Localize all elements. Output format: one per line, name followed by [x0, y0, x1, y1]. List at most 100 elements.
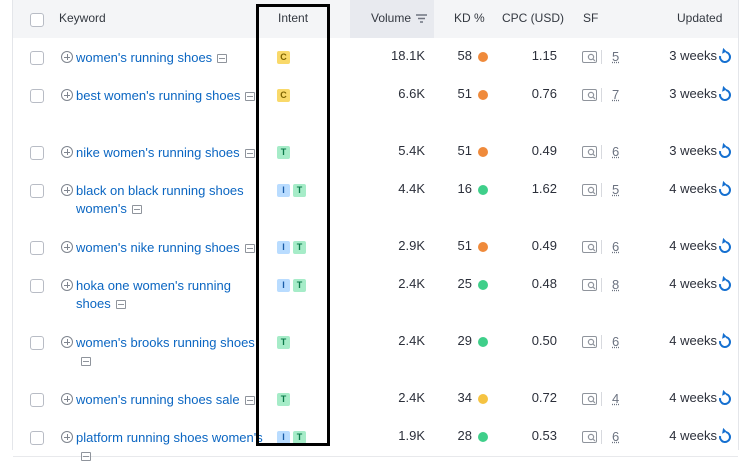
kd-difficulty-dot	[478, 147, 488, 157]
add-keyword-icon[interactable]	[61, 89, 73, 101]
kd-value: 58	[444, 48, 472, 63]
serp-features-count[interactable]: 6	[601, 145, 630, 159]
keyword-header[interactable]: Keyword	[59, 0, 106, 38]
kd-header[interactable]: KD %	[454, 0, 485, 38]
refresh-icon[interactable]	[717, 277, 734, 294]
row-checkbox[interactable]	[30, 51, 44, 65]
serp-features-icon[interactable]	[582, 146, 597, 158]
add-keyword-icon[interactable]	[61, 146, 73, 158]
volume-value: 2.4K	[361, 276, 425, 291]
row-checkbox[interactable]	[30, 431, 44, 445]
keyword-link[interactable]: platform running shoes women's	[76, 430, 263, 445]
serp-snapshot-icon[interactable]	[217, 54, 227, 63]
serp-features-icon[interactable]	[582, 241, 597, 253]
serp-features-icon[interactable]	[582, 89, 597, 101]
serp-snapshot-icon[interactable]	[245, 149, 255, 158]
refresh-icon[interactable]	[717, 87, 734, 104]
intent-badge[interactable]: I	[277, 241, 290, 254]
serp-features-count[interactable]: 6	[601, 430, 630, 444]
keyword-link[interactable]: hoka one women's running shoes	[76, 278, 231, 311]
serp-features-icon[interactable]	[582, 431, 597, 443]
refresh-icon[interactable]	[717, 391, 734, 408]
refresh-icon[interactable]	[717, 182, 734, 199]
updated-value: 3 weeks	[643, 143, 717, 158]
add-keyword-icon[interactable]	[61, 393, 73, 405]
row-checkbox[interactable]	[30, 89, 44, 103]
keyword-link[interactable]: nike women's running shoes	[76, 145, 240, 160]
intent-badge[interactable]: C	[277, 89, 290, 102]
keyword-link[interactable]: women's running shoes sale	[76, 392, 240, 407]
serp-features-count[interactable]: 7	[601, 88, 630, 102]
table-row: women's running shoes sale T 2.4K 34 0.7…	[13, 380, 738, 419]
serp-snapshot-icon[interactable]	[245, 396, 255, 405]
table-row: black on black running shoes women's IT …	[13, 171, 738, 229]
intent-badge[interactable]: I	[277, 184, 290, 197]
add-keyword-icon[interactable]	[61, 241, 73, 253]
volume-value: 2.9K	[361, 238, 425, 253]
serp-features-count[interactable]: 5	[601, 183, 630, 197]
row-checkbox[interactable]	[30, 279, 44, 293]
row-checkbox[interactable]	[30, 184, 44, 198]
volume-sort-highlight[interactable]: Volume	[350, 0, 434, 38]
serp-snapshot-icon[interactable]	[245, 92, 255, 101]
serp-snapshot-icon[interactable]	[132, 205, 142, 214]
serp-features-icon[interactable]	[582, 393, 597, 405]
serp-snapshot-icon[interactable]	[81, 357, 91, 366]
intent-badge[interactable]: T	[277, 146, 290, 159]
intent-badge[interactable]: T	[293, 241, 306, 254]
keyword-link[interactable]: women's brooks running shoes	[76, 335, 255, 350]
serp-features-icon[interactable]	[582, 279, 597, 291]
row-checkbox[interactable]	[30, 336, 44, 350]
serp-features-count[interactable]: 6	[601, 240, 630, 254]
add-keyword-icon[interactable]	[61, 431, 73, 443]
serp-features-icon[interactable]	[582, 51, 597, 63]
keyword-link[interactable]: black on black running shoes women's	[76, 183, 244, 216]
select-all-checkbox[interactable]	[30, 13, 44, 27]
intent-badge[interactable]: C	[277, 51, 290, 64]
intent-badge[interactable]: I	[277, 279, 290, 292]
serp-features-count[interactable]: 8	[601, 278, 630, 292]
intent-header[interactable]: Intent	[278, 0, 308, 38]
intent-badge[interactable]: T	[277, 336, 290, 349]
sf-header[interactable]: SF	[583, 0, 598, 38]
refresh-icon[interactable]	[717, 144, 734, 161]
sort-icon[interactable]	[416, 14, 427, 23]
table-row: nike women's running shoes T 5.4K 51 0.4…	[13, 133, 738, 172]
refresh-icon[interactable]	[717, 334, 734, 351]
volume-header[interactable]: Volume	[371, 11, 411, 25]
intent-badge[interactable]: T	[293, 279, 306, 292]
volume-value: 1.9K	[361, 428, 425, 443]
intent-badge[interactable]: T	[293, 184, 306, 197]
intent-badge[interactable]: T	[293, 431, 306, 444]
serp-features-count[interactable]: 4	[601, 392, 630, 406]
serp-features-count[interactable]: 6	[601, 335, 630, 349]
row-checkbox[interactable]	[30, 146, 44, 160]
intent-badge[interactable]: I	[277, 431, 290, 444]
serp-features-icon[interactable]	[582, 336, 597, 348]
updated-value: 4 weeks	[643, 238, 717, 253]
add-keyword-icon[interactable]	[61, 279, 73, 291]
add-keyword-icon[interactable]	[61, 336, 73, 348]
intent-badge[interactable]: T	[277, 393, 290, 406]
cpc-header[interactable]: CPC (USD)	[502, 0, 564, 38]
row-checkbox[interactable]	[30, 241, 44, 255]
refresh-icon[interactable]	[717, 429, 734, 446]
serp-features-count[interactable]: 5	[601, 50, 630, 64]
keyword-link[interactable]: women's nike running shoes	[76, 240, 240, 255]
serp-snapshot-icon[interactable]	[81, 452, 91, 461]
refresh-icon[interactable]	[717, 239, 734, 256]
table-row: women's running shoes C 18.1K 58 1.15 5 …	[13, 38, 738, 77]
serp-snapshot-icon[interactable]	[116, 300, 126, 309]
table-row: women's nike running shoes IT 2.9K 51 0.…	[13, 228, 738, 267]
add-keyword-icon[interactable]	[61, 51, 73, 63]
keyword-link[interactable]: women's running shoes	[76, 50, 212, 65]
intent-badges: C	[277, 89, 290, 102]
row-checkbox[interactable]	[30, 393, 44, 407]
refresh-icon[interactable]	[717, 49, 734, 66]
keyword-link[interactable]: best women's running shoes	[76, 88, 240, 103]
updated-header[interactable]: Updated	[677, 0, 722, 38]
updated-value: 3 weeks	[643, 86, 717, 101]
add-keyword-icon[interactable]	[61, 184, 73, 196]
serp-features-icon[interactable]	[582, 184, 597, 196]
serp-snapshot-icon[interactable]	[245, 244, 255, 253]
